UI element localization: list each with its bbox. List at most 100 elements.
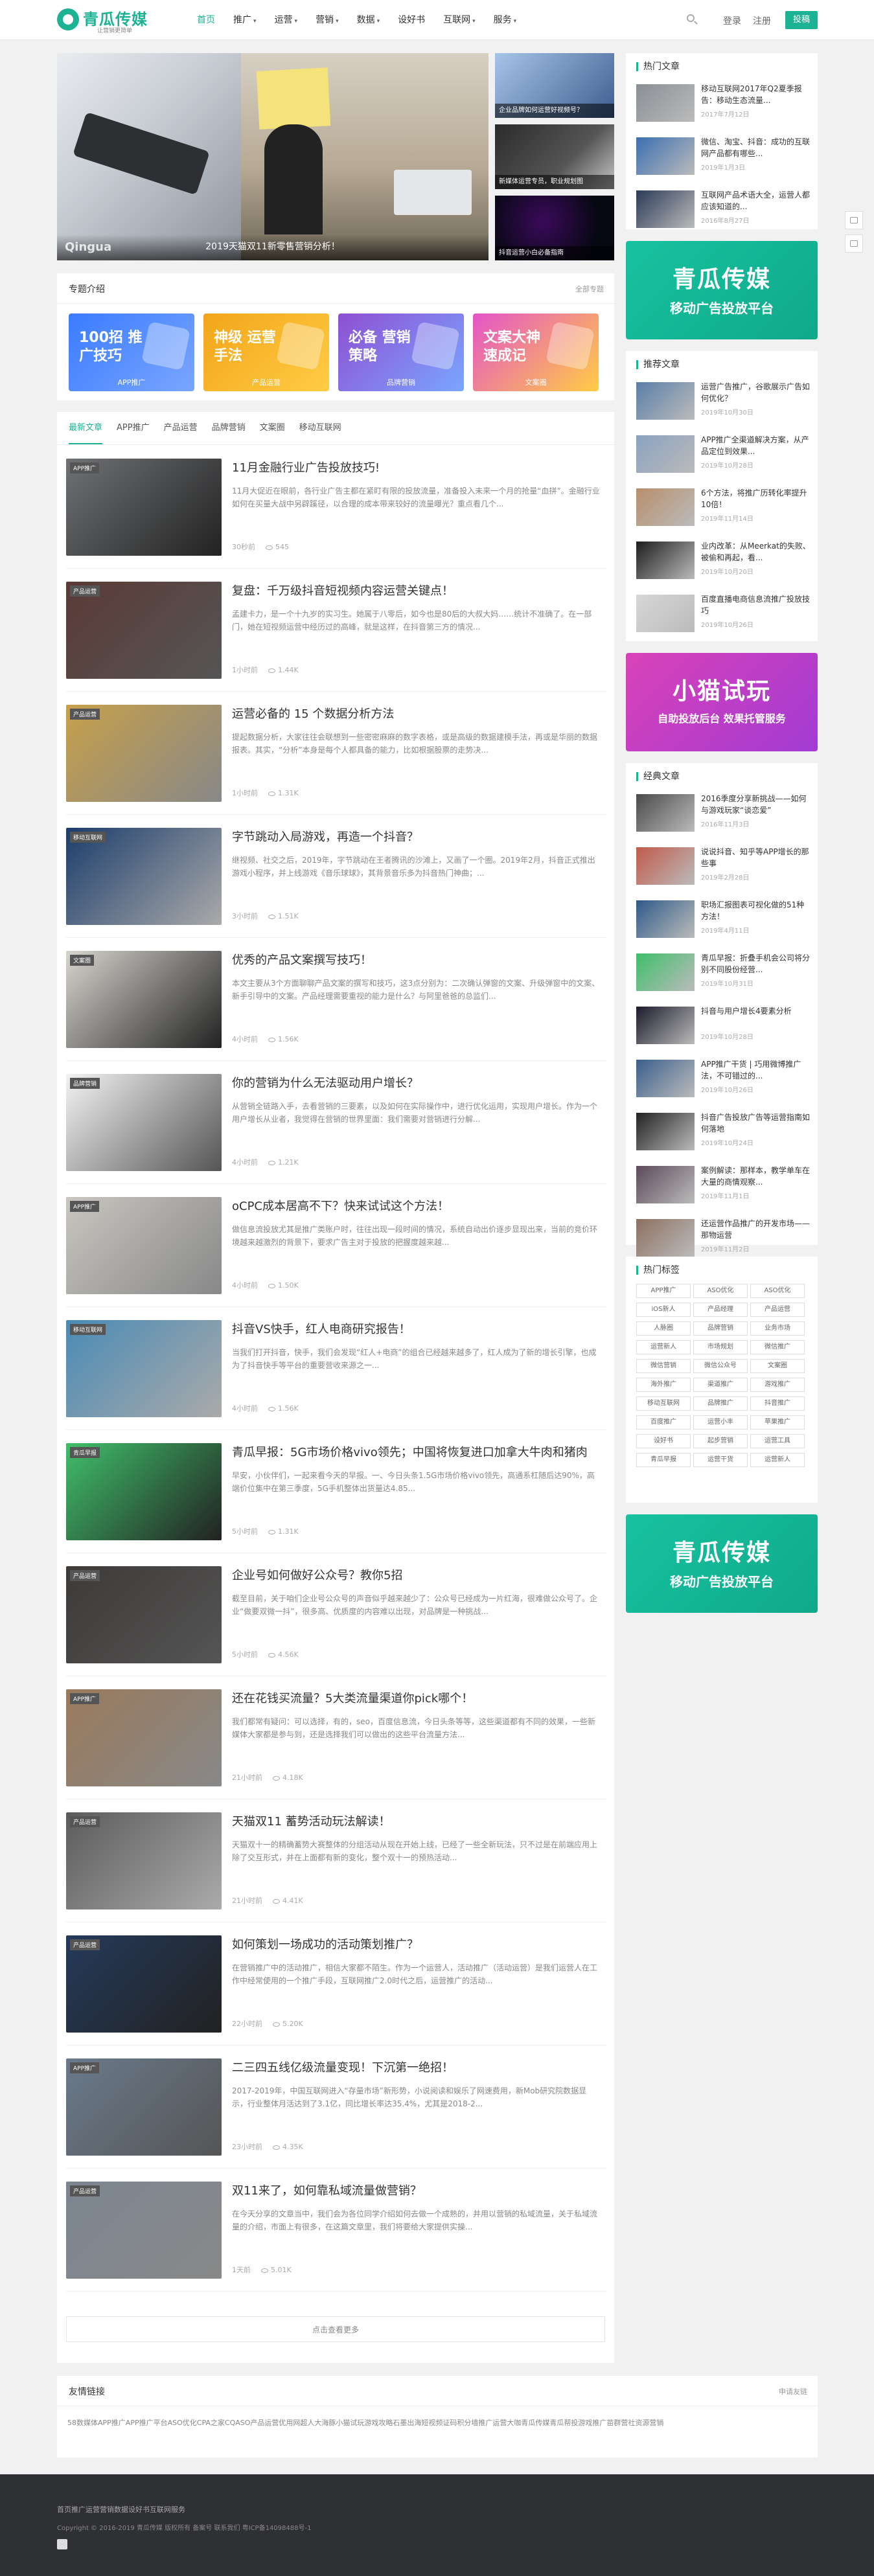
article-thumbnail[interactable]: APP推广 [66,2058,222,2156]
hero-slider[interactable]: 2019天猫双11新零售营销分析！ Qingua [57,53,489,260]
tag-chip[interactable]: 运营小丰 [693,1415,748,1430]
article-title[interactable]: 如何策划一场成功的活动策划推广？ [232,1937,601,1954]
nav-item[interactable]: 推广 ▾ [224,0,266,40]
article-thumbnail[interactable]: 产品运营 [66,1812,222,1909]
sidebar-article-item[interactable]: 职场汇报图表可视化做的51种方法！ 2019年4月11日 [636,896,812,938]
login-link[interactable]: 登录 [723,14,741,27]
sidebar-article-title[interactable]: 百度直播电商信息流推广投放技巧 [701,593,811,617]
feedback-icon[interactable] [845,211,863,229]
sidebar-article-title[interactable]: 还运营作品推广的开发市场——那物运营 [701,1218,811,1241]
sidebar-article-item[interactable]: 6个方法，将推广历转化率提升10倍！ 2019年11月14日 [636,484,812,526]
article-item[interactable]: 产品运营 天猫双11 蓄势活动玩法解读！ 天猫双十一的精确蓄势大赛整体的分组活动从现… [66,1799,606,1922]
friend-link[interactable]: 青瓜帮投 [549,2419,578,2427]
sidebar-article-title[interactable]: 互联网产品术语大全，运营人都应该知道的... [701,189,811,212]
friend-link[interactable]: 短视频证码 [421,2419,457,2427]
article-thumbnail[interactable]: 产品运营 [66,1566,222,1663]
ad-banner[interactable]: 青瓜传媒 移动广告投放平台 [626,241,818,339]
sidebar-article-thumb[interactable] [636,1113,695,1150]
tag-chip[interactable]: 微信推广 [750,1340,805,1354]
article-item[interactable]: 青瓜早报 青瓜早报：5G市场价格vivo领先；中国将恢复进口加拿大牛肉和猪肉 早安，… [66,1430,606,1553]
sidebar-article-thumb[interactable] [636,1060,695,1097]
sidebar-article-item[interactable]: 还运营作品推广的开发市场——那物运营 2019年11月2日 [636,1215,812,1257]
nav-item[interactable]: 运营 ▾ [266,0,307,40]
tab-2[interactable]: 产品运营 [164,412,198,444]
article-item[interactable]: APP推广 二三四五线亿级流量变现！下沉第一绝招！ 2017-2019年，中国互联网… [66,2046,606,2169]
article-title[interactable]: 二三四五线亿级流量变现！下沉第一绝招！ [232,2060,601,2077]
article-thumbnail[interactable]: 移动互联网 [66,1320,222,1417]
article-item[interactable]: 品牌营销 你的营销为什么无法驱动用户增长？ 从营销全链路入手，去看营销的三要素，以及… [66,1061,606,1184]
friend-link[interactable]: 资源营销 [635,2419,663,2427]
apply-link[interactable]: 申请友链 [779,2386,807,2397]
article-title[interactable]: 企业号如何做好公众号？教你5招 [232,1567,601,1584]
sidebar-article-item[interactable]: 移动互联网2017年Q2夏季报告：移动生态流量... 2017年7月12日 [636,80,812,122]
sidebar-article-thumb[interactable] [636,382,695,420]
sidebar-article-title[interactable]: 业内改革：从Meerkat的失败、被偷和再起，看... [701,540,811,564]
nav-item[interactable]: 数据 ▾ [348,0,389,40]
tag-chip[interactable]: 市场规划 [693,1340,748,1354]
topic-card[interactable]: 必备 营销策略 品牌营销 [338,313,464,391]
article-item[interactable]: 移动互联网 抖音VS快手，红人电商研究报告！ 当我们打开抖音，快手，我们会发现“红人… [66,1307,606,1430]
article-thumbnail[interactable]: 产品运营 [66,1935,222,2033]
friend-link[interactable]: APP推广平台 [126,2419,168,2427]
sidebar-article-title[interactable]: 抖音广告投放广告等运营指南如何落地 [701,1111,811,1135]
sidebar-article-thumb[interactable] [636,1166,695,1203]
topic-card[interactable]: 神级 运营手法 产品运营 [203,313,329,391]
footer-nav-link[interactable]: 首页 [57,2505,71,2514]
sidebar-article-title[interactable]: 抖音与用户增长4要素分析 [701,1005,811,1029]
friend-link[interactable]: 大海豚 [314,2419,336,2427]
article-item[interactable]: 产品运营 企业号如何做好公众号？教你5招 截至目前，关于咱们企业号公众号的声音似乎越… [66,1553,606,1676]
friend-link[interactable]: 58数媒体 [67,2419,98,2427]
sidebar-article-thumb[interactable] [636,84,695,122]
friend-link[interactable]: 苗群营社 [606,2419,635,2427]
article-item[interactable]: 产品运营 运营必备的 15 个数据分析方法 提起数据分析，大家往往会联想到一些密密麻… [66,692,606,815]
friend-link[interactable]: 优用网超人 [279,2419,314,2427]
article-title[interactable]: 抖音VS快手，红人电商研究报告！ [232,1321,601,1338]
sidebar-article-title[interactable]: 案例解读：那样本，教学单车在大量的商情观察... [701,1165,811,1188]
tag-chip[interactable]: iOS新人 [636,1303,691,1317]
topic-more-link[interactable]: 全部专题 [575,284,604,294]
tag-chip[interactable]: 业务市场 [750,1321,805,1336]
sidebar-article-thumb[interactable] [636,541,695,579]
article-title[interactable]: 字节跳动入局游戏，再造一个抖音？ [232,829,601,846]
tab-5[interactable]: 移动互联网 [299,412,341,444]
load-more-button[interactable]: 点击查看更多 [66,2316,605,2342]
tag-chip[interactable]: 渠道推广 [693,1378,748,1392]
article-title[interactable]: 双11来了，如何靠私域流量做营销？ [232,2183,601,2200]
sidebar-article-title[interactable]: 青瓜早报：折叠手机会公司将分别不同股份经营... [701,952,811,975]
article-title[interactable]: 运营必备的 15 个数据分析方法 [232,706,601,723]
tag-chip[interactable]: 品牌营销 [693,1321,748,1336]
article-item[interactable]: 产品运营 如何策划一场成功的活动策划推广？ 在营销推广中的活动推广，相信大家都不陌生… [66,1922,606,2046]
nav-item[interactable]: 互联网 ▾ [434,0,485,40]
article-item[interactable]: APP推广 oCPC成本居高不下？快来试试这个方法！ 做信息流投放尤其是推广类账户时… [66,1184,606,1307]
footer-nav-link[interactable]: 数据 [114,2505,128,2514]
search-icon[interactable] [685,13,698,26]
sidebar-article-item[interactable]: 百度直播电商信息流推广投放技巧 2019年10月26日 [636,591,812,632]
article-thumbnail[interactable]: 品牌营销 [66,1074,222,1171]
article-thumbnail[interactable]: APP推广 [66,459,222,556]
register-link[interactable]: 注册 [753,14,771,27]
sidebar-article-item[interactable]: 微信、淘宝、抖音：成功的互联网产品都有哪些... 2019年1月3日 [636,133,812,175]
article-thumbnail[interactable]: 青瓜早报 [66,1443,222,1540]
friend-link[interactable]: 小猫试玩 [336,2419,364,2427]
article-thumbnail[interactable]: 文案圈 [66,951,222,1048]
sidebar-article-title[interactable]: 职场汇报图表可视化做的51种方法！ [701,899,811,922]
article-item[interactable]: 移动互联网 字节跳动入局游戏，再造一个抖音？ 继视频、社交之后，2019年，字节跳动… [66,815,606,938]
article-title[interactable]: oCPC成本居高不下？快来试试这个方法！ [232,1198,601,1215]
topic-card[interactable]: 文案大神 速成记 文案圈 [473,313,599,391]
article-item[interactable]: 文案圈 优秀的产品文案撰写技巧！ 本文主要从3个方面聊聊产品文案的撰写和技巧，这3点… [66,938,606,1061]
footer-nav-link[interactable]: 互联网 [150,2505,171,2514]
tab-1[interactable]: APP推广 [117,412,150,444]
footer-nav-link[interactable]: 运营 [86,2505,100,2514]
friend-link[interactable]: 积分墙推广 [457,2419,492,2427]
tag-chip[interactable]: 起步营销 [693,1434,748,1448]
sidebar-article-item[interactable]: 青瓜早报：折叠手机会公司将分别不同股份经营... 2019年10月31日 [636,950,812,991]
sidebar-article-item[interactable]: 业内改革：从Meerkat的失败、被偷和再起，看... 2019年10月20日 [636,538,812,579]
footer-nav-link[interactable]: 服务 [171,2505,185,2514]
tab-3[interactable]: 品牌营销 [212,412,246,444]
sidebar-article-thumb[interactable] [636,435,695,473]
sidebar-article-thumb[interactable] [636,190,695,228]
tag-chip[interactable]: 设好书 [636,1434,691,1448]
sidebar-article-thumb[interactable] [636,794,695,832]
sidebar-article-item[interactable]: 运营广告推广，谷歌展示广告如何优化？ 2019年10月30日 [636,378,812,420]
tag-chip[interactable]: ASO优化 [693,1284,748,1298]
